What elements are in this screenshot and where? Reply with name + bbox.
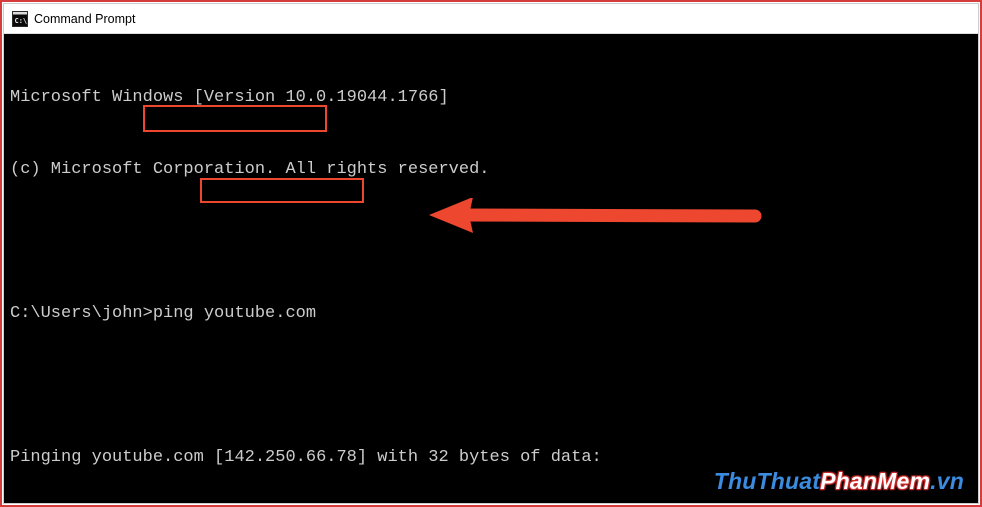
watermark-part1: ThuThuat [714,468,820,494]
ping-header-line: Pinging youtube.com [142.250.66.78] with… [10,446,972,470]
ping-header-pre: Pinging youtube.com [10,448,214,467]
typed-command: ping youtube.com [153,304,316,323]
prompt-prefix: C:\Users\john> [10,304,153,323]
copyright-line: (c) Microsoft Corporation. All rights re… [10,158,972,182]
command-line: C:\Users\john>ping youtube.com [10,302,972,326]
terminal-output[interactable]: Microsoft Windows [Version 10.0.19044.17… [4,34,978,503]
watermark: ThuThuatPhanMem.vn [714,469,964,493]
ping-ip: [142.250.66.78] [214,448,367,467]
blank-line [10,374,972,398]
command-prompt-icon: C:\ [12,11,28,27]
watermark-part3: .vn [930,468,964,494]
os-version-line: Microsoft Windows [Version 10.0.19044.17… [10,86,972,110]
blank-line [10,230,972,254]
window-title: Command Prompt [34,12,135,26]
window-titlebar[interactable]: C:\ Command Prompt [4,4,978,34]
svg-text:C:\: C:\ [15,17,28,25]
command-prompt-window: C:\ Command Prompt Microsoft Windows [Ve… [3,3,979,504]
watermark-part2: PhanMem [820,468,930,494]
ping-header-post: with 32 bytes of data: [367,448,602,467]
